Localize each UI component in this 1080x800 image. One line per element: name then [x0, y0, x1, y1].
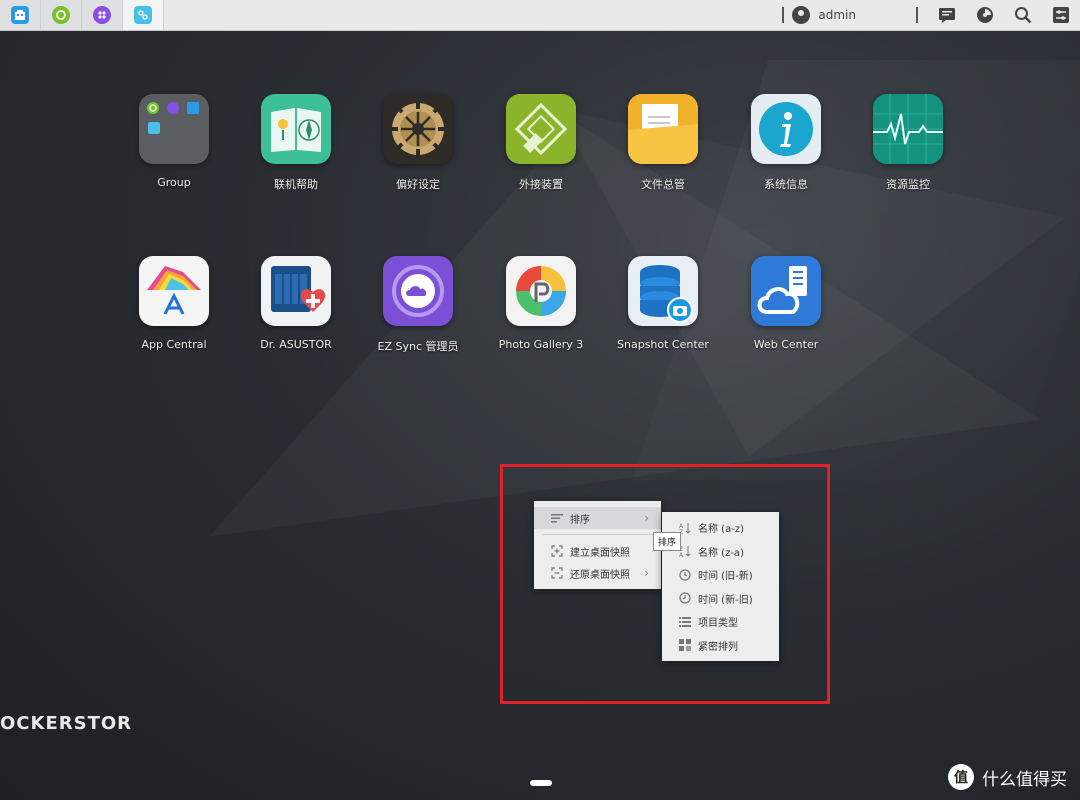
app-label: Group: [157, 176, 191, 189]
book-compass-icon: [261, 94, 331, 164]
taskbar-app-ez-sync[interactable]: [41, 0, 82, 30]
submenu-item-compact[interactable]: 紧密排列: [662, 634, 779, 658]
app-label: Web Center: [753, 338, 819, 351]
chevron-right-icon: ›: [644, 511, 649, 525]
desktop-app-dr-asustor[interactable]: Dr. ASUSTOR: [241, 256, 351, 351]
taskbar-separator: [916, 7, 918, 23]
settings-panel-icon[interactable]: [1052, 6, 1070, 24]
menu-item-label: 建立桌面快照: [570, 547, 630, 559]
username: admin: [818, 8, 856, 22]
submenu-item-time-desc[interactable]: 时间 (新-旧): [662, 587, 779, 611]
ez-sync-icon: [52, 6, 70, 24]
app-label: 联机帮助: [274, 178, 318, 191]
taskbar-app-group[interactable]: [0, 0, 41, 30]
usb-device-icon: [506, 94, 576, 164]
app-label: 偏好设定: [396, 178, 440, 191]
app-label: App Central: [141, 338, 207, 351]
submenu-item-label: 时间 (新-旧): [698, 594, 753, 606]
desktop-app-file-explorer[interactable]: 文件总管: [608, 94, 718, 192]
taskbar-separator: [782, 7, 785, 23]
desktop-app-photo-gallery[interactable]: Photo Gallery 3: [486, 256, 596, 351]
photo-app-icon: [93, 6, 111, 24]
snapshot-restore-icon: [550, 566, 564, 580]
desktop-app-ez-sync-manager[interactable]: EZ Sync 管理员: [363, 256, 473, 354]
app-label: Photo Gallery 3: [498, 338, 584, 351]
heartbeat-monitor-icon: [873, 94, 943, 164]
brand-logo-text: OCKERSTOR: [0, 713, 133, 734]
folder-group-icon: [139, 94, 209, 164]
menu-item-label: 排序: [570, 514, 590, 526]
app-label: EZ Sync 管理员: [377, 340, 459, 353]
watermark-text: 什么值得买: [982, 769, 1067, 790]
taskbar-app-photo[interactable]: [82, 0, 123, 30]
web-server-cloud-icon: [751, 256, 821, 326]
menu-item-create-snapshot[interactable]: 建立桌面快照: [534, 540, 661, 562]
submenu-item-label: 时间 (旧-新): [698, 571, 753, 583]
grid-icon: [678, 638, 692, 652]
submenu-item-label: 名称 (z-a): [698, 547, 744, 559]
page-indicator[interactable]: [530, 780, 552, 786]
app-label: 资源监控: [886, 178, 930, 191]
notification-icon[interactable]: [938, 6, 956, 24]
activity-monitor-icon[interactable]: [976, 6, 994, 24]
app-central-icon: [139, 256, 209, 326]
list-icon: [678, 615, 692, 629]
tooltip: 排序: [653, 532, 682, 551]
clock-new-icon: [678, 591, 692, 605]
menu-divider: [542, 534, 653, 535]
sync-cloud-icon: [383, 256, 453, 326]
app-label: Dr. ASUSTOR: [260, 338, 332, 351]
sort-icon: [550, 511, 564, 525]
desktop-app-web-center[interactable]: Web Center: [731, 256, 841, 351]
chevron-right-icon: ›: [644, 566, 649, 580]
desktop-app-external-devices[interactable]: 外接装置: [486, 94, 596, 192]
desktop-app-group[interactable]: Group: [119, 94, 229, 189]
taskbar-app-share[interactable]: [123, 0, 164, 30]
gear-icon: [383, 94, 453, 164]
submenu-item-label: 名称 (a-z): [698, 524, 744, 536]
submenu-item-label: 项目类型: [698, 618, 738, 630]
menu-item-label: 还原桌面快照: [570, 569, 630, 581]
desktop-app-system-info[interactable]: 系统信息: [731, 94, 841, 192]
nas-doctor-icon: [261, 256, 331, 326]
avatar-icon: [792, 6, 811, 24]
app-label: 系统信息: [764, 178, 808, 191]
taskbar: admin: [0, 0, 1080, 31]
share-app-icon: [134, 6, 152, 24]
app-label: Snapshot Center: [617, 338, 709, 351]
folder-icon: [628, 94, 698, 164]
desktop-app-preferences[interactable]: 偏好设定: [363, 94, 473, 192]
group-app-icon: [11, 6, 29, 24]
database-camera-icon: [628, 256, 698, 326]
submenu-item-time-asc[interactable]: 时间 (旧-新): [662, 563, 779, 587]
desktop-app-app-central[interactable]: App Central: [119, 256, 229, 351]
app-label: 外接装置: [519, 178, 563, 191]
clock-old-icon: [678, 568, 692, 582]
photo-gallery-icon: [506, 256, 576, 326]
desktop-app-online-help[interactable]: 联机帮助: [241, 94, 351, 192]
menu-item-restore-snapshot[interactable]: 还原桌面快照 ›: [534, 562, 661, 584]
user-menu[interactable]: admin: [792, 6, 856, 24]
info-icon: [751, 94, 821, 164]
app-label: 文件总管: [641, 178, 685, 191]
watermark-logo: 值: [948, 764, 974, 790]
submenu-item-label: 紧密排列: [698, 641, 738, 653]
snapshot-create-icon: [550, 544, 564, 558]
submenu-item-item-type[interactable]: 项目类型: [662, 610, 779, 634]
menu-item-sort[interactable]: 排序 ›: [534, 507, 661, 529]
search-icon[interactable]: [1014, 6, 1032, 24]
desktop-app-resource-monitor[interactable]: 资源监控: [853, 94, 963, 192]
watermark: 值 什么值得买: [948, 764, 1067, 790]
desktop-app-snapshot-center[interactable]: Snapshot Center: [608, 256, 718, 351]
svg-text:A: A: [679, 552, 684, 557]
desktop-context-menu: 排序 › 建立桌面快照 还原桌面快照 ›: [534, 501, 661, 589]
